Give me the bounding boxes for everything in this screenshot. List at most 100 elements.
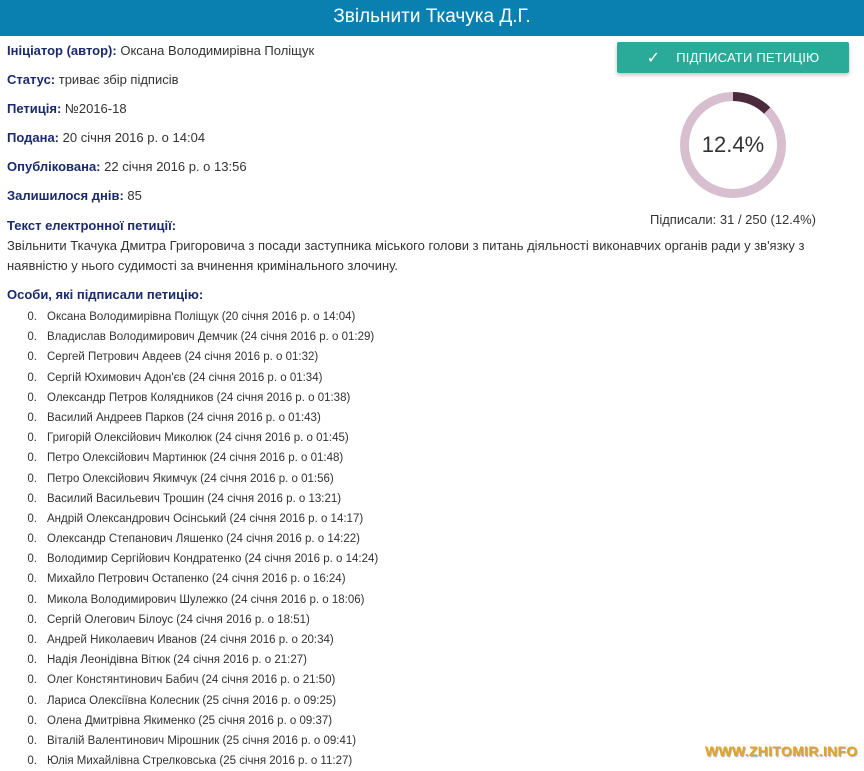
list-item-text: Юлія Михайлівна Стрелковська (25 січня 2… — [47, 755, 353, 768]
list-item-number: 0. — [27, 351, 37, 364]
list-item: 0. Сергей Петрович Авдеев (24 січня 2016 … — [0, 347, 700, 367]
meta-label: Подана: — [7, 130, 60, 145]
meta-value: 22 січня 2016 р. о 13:56 — [100, 159, 247, 174]
list-item-number: 0. — [27, 714, 37, 727]
list-item-number: 0. — [27, 533, 37, 546]
list-item-number: 0. — [27, 391, 37, 404]
list-item: 0. Надія Леонідівна Вітюк (24 січня 2016 … — [0, 650, 700, 670]
meta-label: Петиція: — [7, 101, 62, 116]
list-item: 0. Лариса Олексіївна Колесник (25 січня 2… — [0, 691, 700, 711]
list-item: 0. Сергій Юхимович Адон'єв (24 січня 2016… — [0, 368, 700, 388]
list-item: 0. Петро Олексійович Мартинюк (24 січня 2… — [0, 448, 700, 468]
signers-list: 0. Оксана Володимирівна Поліщук (20 січня… — [0, 307, 700, 771]
list-item: 0. Петро Олексійович Якимчук (24 січня 20… — [0, 469, 700, 489]
meta-row: Подана: 20 січня 2016 р. о 14:04 — [7, 123, 607, 152]
list-item-number: 0. — [27, 331, 37, 344]
list-item-number: 0. — [27, 411, 37, 424]
list-item-text: Олена Дмитрівна Якименко (25 січня 2016 … — [47, 714, 333, 727]
list-item: 0. Володимир Сергійович Кондратенко (24 с… — [0, 549, 700, 569]
list-item: 0. Оксана Володимирівна Поліщук (20 січня… — [0, 307, 700, 327]
list-item-text: Лариса Олексіївна Колесник (25 січня 201… — [47, 694, 337, 707]
list-item-number: 0. — [27, 553, 37, 566]
meta-value: Оксана Володимирівна Поліщук — [116, 43, 315, 58]
list-item-number: 0. — [27, 512, 37, 525]
petition-meta: Ініціатор (автор): Оксана Володимирівна … — [7, 36, 607, 210]
meta-value: триває збір підписів — [55, 72, 179, 87]
list-item-text: Петро Олексійович Мартинюк (24 січня 201… — [47, 452, 344, 465]
list-item-text: Микола Володимирович Шулежко (24 січня 2… — [47, 593, 365, 606]
list-item-number: 0. — [27, 734, 37, 747]
signers-label: Особи, які підписали петицію: — [7, 287, 204, 302]
list-item: 0. Олександр Петров Колядников (24 січня … — [0, 388, 700, 408]
list-item-number: 0. — [27, 492, 37, 505]
list-item-text: Надія Леонідівна Вітюк (24 січня 2016 р.… — [47, 654, 307, 667]
meta-label: Залишилося днів: — [7, 188, 124, 203]
meta-label: Статус: — [7, 72, 56, 87]
list-item-text: Олександр Петров Колядников (24 січня 20… — [47, 391, 351, 404]
page-title: Звільнити Ткачука Д.Г. — [0, 0, 864, 36]
list-item: 0. Віталій Валентинович Мірошник (25 січн… — [0, 731, 700, 751]
list-item-number: 0. — [27, 634, 37, 646]
list-item: 0. Василий Андреев Парков (24 січня 2016 … — [0, 408, 700, 428]
list-item-text: Олександр Степанович Ляшенко (24 січня 2… — [47, 533, 360, 546]
list-item-number: 0. — [27, 654, 37, 667]
list-item: 0. Микола Володимирович Шулежко (24 січня… — [0, 590, 700, 610]
list-item-text: Сергій Олегович Білоус (24 січня 2016 р.… — [47, 613, 310, 626]
list-item-number: 0. — [27, 472, 37, 485]
sign-petition-label: ПІДПИСАТИ ПЕТИЦІЮ — [676, 50, 820, 65]
list-item-text: Михайло Петрович Остапенко (24 січня 201… — [47, 573, 346, 586]
signed-count: Підписали: 31 / 250 (12.4%) — [649, 212, 817, 227]
list-item-text: Андрей Николаевич Иванов (24 січня 2016 … — [47, 634, 334, 646]
list-item-number: 0. — [27, 371, 37, 384]
list-item-text: Володимир Сергійович Кондратенко (24 січ… — [47, 553, 379, 566]
list-item-number: 0. — [27, 674, 37, 687]
meta-label: Ініціатор (автор): — [7, 43, 117, 58]
petition-text: Звільнити Ткачука Дмитра Григоровича з п… — [7, 238, 805, 273]
list-item-number: 0. — [27, 694, 37, 707]
list-item: 0. Олександр Степанович Ляшенко (24 січня… — [0, 529, 700, 549]
list-item: 0. Григорій Олексійович Миколюк (24 січня… — [0, 428, 700, 448]
progress-ring: 12.4% — [678, 90, 788, 200]
checkmark-icon: ✓ — [646, 49, 661, 67]
list-item-text: Віталій Валентинович Мірошник (25 січня … — [47, 734, 357, 747]
list-item: 0. Михайло Петрович Остапенко (24 січня 2… — [0, 569, 700, 589]
list-item-number: 0. — [27, 432, 37, 445]
list-item-number: 0. — [27, 573, 37, 586]
list-item: 0. Сергій Олегович Білоус (24 січня 2016 … — [0, 610, 700, 630]
meta-row: Петиція: №2016-18 — [7, 94, 607, 123]
list-item-text: Григорій Олексійович Миколюк (24 січня 2… — [47, 432, 349, 445]
list-item: 0. Андрій Олександрович Осінський (24 січ… — [0, 509, 700, 529]
list-item-number: 0. — [27, 755, 37, 768]
meta-label: Опублікована: — [7, 159, 101, 174]
meta-value: №2016-18 — [61, 101, 127, 116]
sign-petition-button[interactable]: ✓ ПІДПИСАТИ ПЕТИЦІЮ — [617, 42, 849, 73]
meta-value: 20 січня 2016 р. о 14:04 — [59, 130, 206, 145]
list-item-number: 0. — [27, 452, 37, 465]
list-item-text: Андрій Олександрович Осінський (24 січня… — [47, 512, 364, 525]
progress-percent: 12.4% — [701, 132, 765, 157]
list-item-number: 0. — [27, 593, 37, 606]
meta-row: Опублікована: 22 січня 2016 р. о 13:56 — [7, 152, 607, 181]
list-item: 0. Олег Констянтинович Бабич (24 січня 20… — [0, 670, 700, 690]
meta-row: Статус: триває збір підписів — [7, 65, 607, 94]
meta-value: 85 — [123, 188, 142, 203]
list-item-text: Василий Васильевич Трошин (24 січня 2016… — [47, 492, 342, 505]
watermark: WWW.ZHITOMIR.INFO — [705, 743, 858, 759]
list-item: 0. Юлія Михайлівна Стрелковська (25 січня… — [0, 751, 700, 771]
list-item: 0. Василий Васильевич Трошин (24 січня 20… — [0, 489, 700, 509]
list-item: 0. Владислав Володимирович Демчик (24 січ… — [0, 327, 700, 347]
list-item: 0. Андрей Николаевич Иванов (24 січня 201… — [0, 630, 700, 650]
list-item-text: Сергей Петрович Авдеев (24 січня 2016 р.… — [47, 351, 319, 364]
list-item-text: Василий Андреев Парков (24 січня 2016 р.… — [47, 411, 321, 424]
list-item-text: Олег Констянтинович Бабич (24 січня 2016… — [47, 674, 336, 687]
list-item-text: Петро Олексійович Якимчук (24 січня 2016… — [47, 472, 334, 485]
petition-text-label: Текст електронної петиції: — [7, 218, 177, 233]
list-item-text: Оксана Володимирівна Поліщук (20 січня 2… — [47, 311, 356, 323]
list-item-text: Владислав Володимирович Демчик (24 січня… — [47, 331, 375, 344]
list-item-text: Сергій Юхимович Адон'єв (24 січня 2016 р… — [47, 371, 323, 384]
list-item: 0. Олена Дмитрівна Якименко (25 січня 201… — [0, 711, 700, 731]
meta-row: Ініціатор (автор): Оксана Володимирівна … — [7, 36, 607, 65]
list-item-number: 0. — [27, 613, 37, 626]
list-item-number: 0. — [27, 311, 37, 323]
meta-row: Залишилося днів: 85 — [7, 181, 607, 210]
